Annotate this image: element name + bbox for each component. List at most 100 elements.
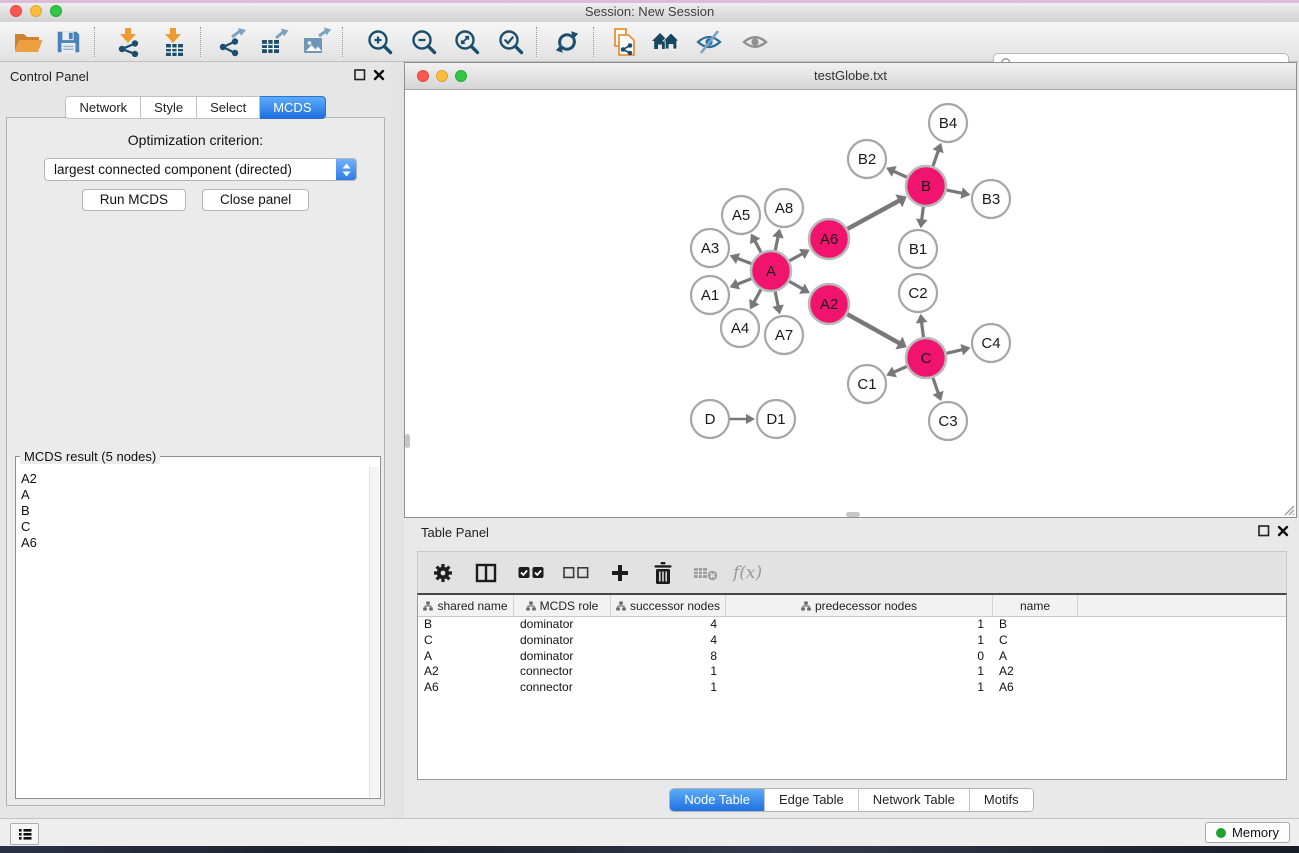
tab-mcds[interactable]: MCDS	[260, 96, 325, 119]
network-canvas[interactable]: B4 B2 B B3 A8A5 A6 B1 A3 A C2 A1 A2 A4A7 C4 C C1 D D1 C3	[405, 90, 1296, 517]
mcds-result-item[interactable]: A2	[21, 471, 369, 487]
node-B1[interactable]: B1	[899, 230, 937, 268]
tab-node-table[interactable]: Node Table	[670, 789, 764, 811]
table-row[interactable]: Adominator80A	[418, 649, 1286, 665]
edge-A-A4[interactable]	[749, 289, 761, 309]
node-C2[interactable]: C2	[899, 274, 937, 312]
tab-motifs[interactable]: Motifs	[969, 789, 1033, 811]
delete-row-icon[interactable]	[651, 561, 674, 585]
resize-grip-icon[interactable]	[1282, 503, 1295, 516]
close-panel-icon[interactable]	[1277, 525, 1289, 537]
horizontal-scroll-indicator[interactable]	[846, 512, 860, 517]
edge-A-A2[interactable]	[789, 281, 810, 293]
node-A5[interactable]: A5	[722, 196, 760, 234]
column-header-shared-name[interactable]: shared name	[418, 595, 514, 616]
criterion-dropdown[interactable]: largest connected component (directed)	[44, 158, 357, 181]
tab-select[interactable]: Select	[197, 96, 260, 119]
edge-B-B3[interactable]	[947, 187, 971, 198]
node-D1[interactable]: D1	[757, 400, 795, 438]
node-A4[interactable]: A4	[721, 309, 759, 347]
float-panel-icon[interactable]	[1258, 525, 1270, 537]
export-network-icon[interactable]	[212, 25, 252, 59]
edge-A-A6[interactable]	[789, 249, 809, 261]
mcds-result-item[interactable]: C	[21, 519, 369, 535]
export-image-icon[interactable]	[296, 25, 336, 59]
edge-A-A7[interactable]	[772, 292, 783, 315]
close-panel-icon[interactable]	[373, 69, 385, 81]
node-B2[interactable]: B2	[848, 140, 886, 178]
edge-A-A8[interactable]	[772, 229, 783, 251]
export-table-icon[interactable]	[254, 25, 294, 59]
edge-B-B2[interactable]	[886, 166, 907, 177]
memory-button[interactable]: Memory	[1205, 822, 1290, 843]
column-header-successor-nodes[interactable]: successor nodes	[611, 595, 726, 616]
edge-C-C3[interactable]	[933, 378, 944, 401]
node-B4[interactable]: B4	[929, 104, 967, 142]
table-row[interactable]: Bdominator41B	[418, 617, 1286, 633]
column-header-MCDS-role[interactable]: MCDS role	[514, 595, 611, 616]
tab-style[interactable]: Style	[141, 96, 197, 119]
import-network-icon[interactable]	[109, 25, 149, 59]
node-D[interactable]: D	[691, 400, 729, 438]
zoom-in-icon[interactable]	[359, 25, 399, 59]
tab-edge-table[interactable]: Edge Table	[764, 789, 858, 811]
zoom-selected-icon[interactable]	[490, 25, 530, 59]
open-session-icon[interactable]	[8, 25, 48, 59]
fx-function-button[interactable]: f(x)	[733, 563, 762, 583]
tab-network[interactable]: Network	[65, 96, 141, 119]
deselect-all-columns-icon[interactable]	[563, 566, 589, 579]
float-panel-icon[interactable]	[354, 69, 366, 81]
tab-network-table[interactable]: Network Table	[858, 789, 969, 811]
hide-graphics-details-icon[interactable]	[689, 25, 729, 59]
node-C[interactable]: C	[906, 338, 946, 378]
settings-gear-icon[interactable]	[432, 562, 454, 584]
mcds-result-item[interactable]: A	[21, 487, 369, 503]
node-B3[interactable]: B3	[972, 180, 1010, 218]
vertical-scroll-indicator[interactable]	[405, 434, 410, 448]
save-session-icon[interactable]	[48, 25, 88, 59]
node-A7[interactable]: A7	[765, 316, 803, 354]
edge-D-D1[interactable]	[730, 414, 755, 424]
node-C3[interactable]: C3	[929, 402, 967, 440]
node-C1[interactable]: C1	[848, 365, 886, 403]
column-header-name[interactable]: name	[993, 595, 1078, 616]
home-icon[interactable]	[646, 25, 686, 59]
edge-A-A5[interactable]	[750, 234, 761, 253]
edge-B-B1[interactable]	[916, 207, 928, 228]
edge-C-C2[interactable]	[916, 314, 928, 337]
node-A3[interactable]: A3	[691, 229, 729, 267]
add-row-icon[interactable]	[610, 563, 630, 583]
table-row[interactable]: Cdominator41C	[418, 633, 1286, 649]
result-scrollbar[interactable]	[369, 467, 379, 797]
node-B[interactable]: B	[906, 166, 946, 206]
edge-A-A3[interactable]	[730, 253, 752, 264]
import-table-icon[interactable]	[154, 25, 194, 59]
zoom-out-icon[interactable]	[403, 25, 443, 59]
edge-C-C4[interactable]	[946, 344, 970, 355]
table-row[interactable]: A2connector11A2	[418, 664, 1286, 680]
show-graphics-details-icon[interactable]	[735, 25, 775, 59]
refresh-layout-icon[interactable]	[547, 25, 587, 59]
mcds-result-item[interactable]: B	[21, 503, 369, 519]
node-A2[interactable]: A2	[809, 284, 849, 324]
edge-A-A1[interactable]	[730, 279, 752, 290]
edge-B-B4[interactable]	[933, 143, 944, 166]
split-panel-icon[interactable]	[475, 563, 497, 583]
new-network-icon[interactable]	[604, 25, 644, 59]
edge-C-C1[interactable]	[886, 366, 907, 377]
network-window-titlebar[interactable]: testGlobe.txt	[405, 63, 1296, 90]
table-row[interactable]: A6connector11A6	[418, 680, 1286, 696]
task-history-button[interactable]	[10, 823, 39, 845]
mcds-result-item[interactable]: A6	[21, 535, 369, 551]
column-header-predecessor-nodes[interactable]: predecessor nodes	[726, 595, 993, 616]
edge-A2-C[interactable]	[847, 314, 906, 349]
node-A1[interactable]: A1	[691, 276, 729, 314]
select-all-columns-icon[interactable]	[518, 566, 544, 579]
zoom-fit-icon[interactable]	[446, 25, 486, 59]
node-A[interactable]: A	[751, 251, 791, 291]
close-panel-button[interactable]: Close panel	[202, 189, 309, 211]
node-A8[interactable]: A8	[765, 189, 803, 227]
node-C4[interactable]: C4	[972, 324, 1010, 362]
edge-A6-B[interactable]	[847, 194, 906, 229]
node-A6[interactable]: A6	[809, 219, 849, 259]
